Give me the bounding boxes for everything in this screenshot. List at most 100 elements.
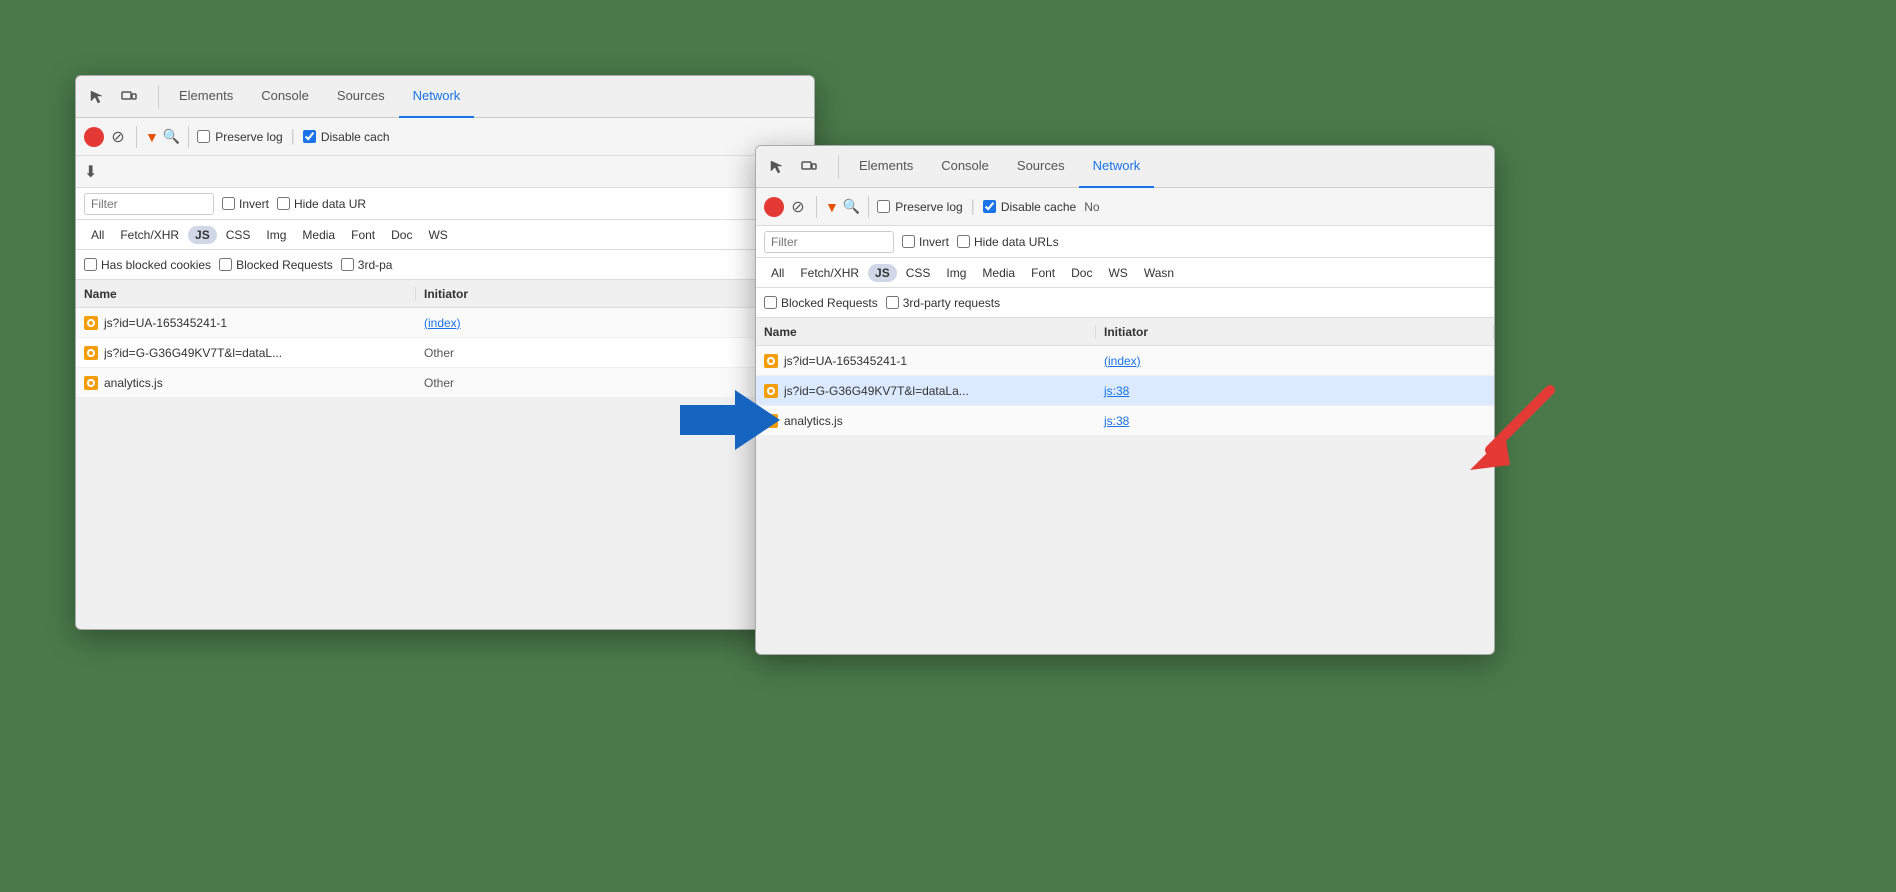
preserve-log-label-1[interactable]: Preserve log [197, 130, 282, 144]
table-row[interactable]: js?id=UA-165345241-1 (index) [756, 346, 1494, 376]
type-media-1[interactable]: Media [295, 226, 342, 244]
row3-name-2: analytics.js [756, 414, 1096, 428]
resource-icon-1 [84, 316, 98, 330]
devtools-window-2: Elements Console Sources Network ⊘ ▼ 🔍 P… [755, 145, 1495, 655]
col-header-initiator-2: Initiator [1096, 325, 1494, 339]
record-button-2[interactable] [764, 197, 784, 217]
clear-button-1[interactable]: ⊘ [108, 127, 128, 147]
type-img-2[interactable]: Img [939, 264, 973, 282]
type-font-1[interactable]: Font [344, 226, 382, 244]
toolbar-row2-1: ⬇ [76, 156, 814, 188]
filter-input-1[interactable] [84, 193, 214, 215]
type-filter-bar-2: All Fetch/XHR JS CSS Img Media Font Doc … [756, 258, 1494, 288]
resource-icon-3 [84, 376, 98, 390]
device-toggle-icon-2[interactable] [796, 154, 822, 180]
type-fetchxhr-1[interactable]: Fetch/XHR [113, 226, 186, 244]
inspect-icon[interactable] [84, 84, 110, 110]
disable-cache-checkbox-2[interactable] [983, 200, 996, 213]
divider-2 [188, 126, 189, 148]
third-party-1[interactable]: 3rd-pa [341, 258, 393, 272]
no-throttle-label: No [1084, 200, 1099, 214]
invert-checkbox-2[interactable]: Invert [902, 235, 949, 249]
filter-input-2[interactable] [764, 231, 894, 253]
hide-data-urls-1[interactable]: Hide data UR [277, 197, 366, 211]
type-doc-2[interactable]: Doc [1064, 264, 1099, 282]
type-all-1[interactable]: All [84, 226, 111, 244]
type-css-1[interactable]: CSS [219, 226, 258, 244]
third-party-2[interactable]: 3rd-party requests [886, 296, 1000, 310]
has-blocked-cookies-1[interactable]: Has blocked cookies [84, 258, 211, 272]
table-row[interactable]: analytics.js js:38 [756, 406, 1494, 436]
disable-cache-checkbox-1[interactable] [303, 130, 316, 143]
row1-initiator-2: (index) [1096, 354, 1494, 368]
type-ws-1[interactable]: WS [421, 226, 454, 244]
resource-icon-4 [764, 354, 778, 368]
type-doc-1[interactable]: Doc [384, 226, 419, 244]
divider-4 [868, 196, 869, 218]
tab-bar-2: Elements Console Sources Network [756, 146, 1494, 188]
type-media-2[interactable]: Media [975, 264, 1022, 282]
filter-icon-2[interactable]: ▼ [825, 199, 839, 215]
devtools-window-1: Elements Console Sources Network ⊘ ▼ 🔍 P… [75, 75, 815, 630]
clear-button-2[interactable]: ⊘ [788, 197, 808, 217]
network-table-1: Name Initiator js?id=UA-165345241-1 (ind… [76, 280, 814, 398]
blocked-bar-2: Blocked Requests 3rd-party requests [756, 288, 1494, 318]
search-icon-2[interactable]: 🔍 [843, 198, 860, 215]
hide-data-urls-2[interactable]: Hide data URLs [957, 235, 1059, 249]
preserve-log-label-2[interactable]: Preserve log [877, 200, 962, 214]
network-table-2: Name Initiator js?id=UA-165345241-1 (ind… [756, 318, 1494, 436]
toolbar-icons-2 [764, 154, 822, 180]
search-icon-1[interactable]: 🔍 [163, 128, 180, 145]
blocked-requests-2[interactable]: Blocked Requests [764, 296, 878, 310]
blocked-requests-1[interactable]: Blocked Requests [219, 258, 333, 272]
download-icon-1[interactable]: ⬇ [84, 162, 97, 182]
tab-elements-2[interactable]: Elements [845, 146, 927, 188]
type-all-2[interactable]: All [764, 264, 791, 282]
type-js-2[interactable]: JS [868, 264, 897, 282]
record-button-1[interactable] [84, 127, 104, 147]
col-header-name-2: Name [756, 325, 1096, 339]
tab-network-2[interactable]: Network [1079, 146, 1155, 188]
preserve-log-checkbox-2[interactable] [877, 200, 890, 213]
blue-arrow [680, 390, 780, 455]
tab-sources-1[interactable]: Sources [323, 76, 399, 118]
type-js-1[interactable]: JS [188, 226, 217, 244]
table-row[interactable]: js?id=G-G36G49KV7T&l=dataLa... js:38 [756, 376, 1494, 406]
type-fetchxhr-2[interactable]: Fetch/XHR [793, 264, 866, 282]
type-font-2[interactable]: Font [1024, 264, 1062, 282]
table-header-1: Name Initiator [76, 280, 814, 308]
tab-sources-2[interactable]: Sources [1003, 146, 1079, 188]
tab-bar-1: Elements Console Sources Network [76, 76, 814, 118]
inspect-icon-2[interactable] [764, 154, 790, 180]
invert-checkbox-1[interactable]: Invert [222, 197, 269, 211]
filter-icon-1[interactable]: ▼ [145, 129, 159, 145]
tab-network-1[interactable]: Network [399, 76, 475, 118]
red-arrow-annotation [1460, 380, 1580, 485]
filter-bar-1: Invert Hide data UR [76, 188, 814, 220]
disable-cache-label-1[interactable]: Disable cach [303, 130, 390, 144]
device-toggle-icon[interactable] [116, 84, 142, 110]
tab-console-2[interactable]: Console [927, 146, 1003, 188]
row2-name-1: js?id=G-G36G49KV7T&l=dataL... [76, 346, 416, 360]
tab-elements-1[interactable]: Elements [165, 76, 247, 118]
disable-cache-label-2[interactable]: Disable cache [983, 200, 1076, 214]
col-header-name-1: Name [76, 287, 416, 301]
type-ws-2[interactable]: WS [1101, 264, 1134, 282]
network-toolbar-2: ⊘ ▼ 🔍 Preserve log | Disable cache No [756, 188, 1494, 226]
row1-name-2: js?id=UA-165345241-1 [756, 354, 1096, 368]
table-row[interactable]: js?id=UA-165345241-1 (index) [76, 308, 814, 338]
type-css-2[interactable]: CSS [899, 264, 938, 282]
toolbar-icons-1 [84, 84, 142, 110]
table-header-2: Name Initiator [756, 318, 1494, 346]
type-img-1[interactable]: Img [259, 226, 293, 244]
type-filter-bar-1: All Fetch/XHR JS CSS Img Media Font Doc … [76, 220, 814, 250]
row2-name-2: js?id=G-G36G49KV7T&l=dataLa... [756, 384, 1096, 398]
type-wasn-2[interactable]: Wasn [1137, 264, 1181, 282]
tab-divider-1 [158, 85, 159, 109]
blocked-bar-1: Has blocked cookies Blocked Requests 3rd… [76, 250, 814, 280]
tab-console-1[interactable]: Console [247, 76, 323, 118]
table-row[interactable]: js?id=G-G36G49KV7T&l=dataL... Other [76, 338, 814, 368]
preserve-log-checkbox-1[interactable] [197, 130, 210, 143]
resource-icon-inner-2 [87, 349, 95, 357]
divider-3 [816, 196, 817, 218]
